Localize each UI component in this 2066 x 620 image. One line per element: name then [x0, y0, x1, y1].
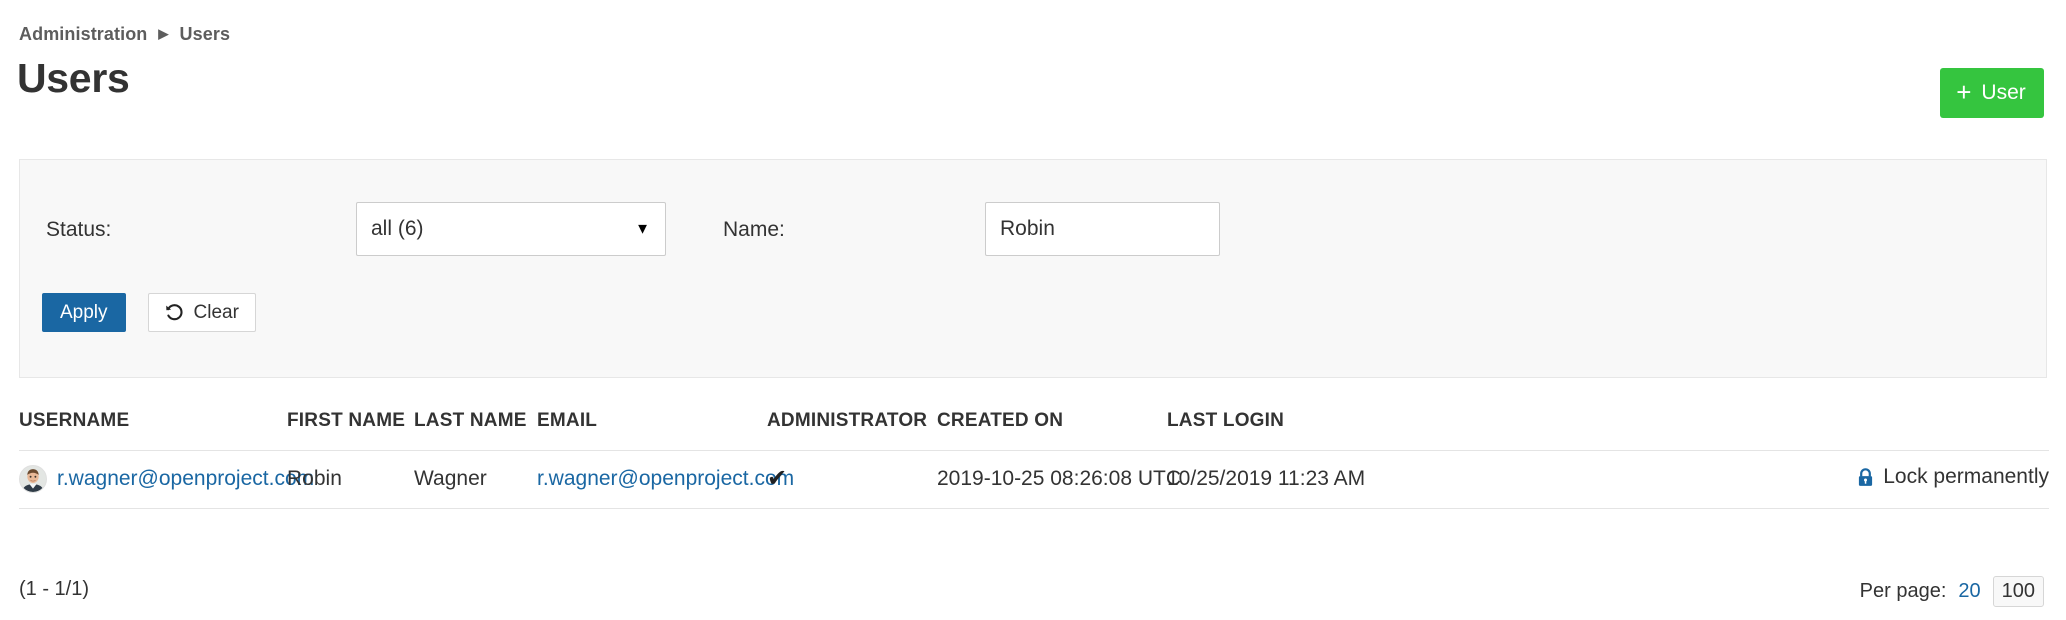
chevron-down-icon: ▼ — [635, 220, 650, 238]
column-header-administrator[interactable]: ADMINISTRATOR — [767, 410, 937, 451]
status-filter-selected-value: all (6) — [371, 217, 424, 240]
column-header-actions — [1417, 410, 2049, 451]
breadcrumb-item-administration[interactable]: Administration — [19, 24, 147, 45]
cell-actions: Lock permanently — [1417, 450, 2049, 509]
status-filter-label: Status: — [46, 218, 112, 241]
filter-row: Status: all (6) ▼ Name: — [20, 202, 2046, 258]
avatar — [19, 465, 47, 493]
per-page-option-20[interactable]: 20 — [1958, 580, 1980, 603]
lock-permanently-button[interactable]: Lock permanently — [1857, 465, 2049, 489]
per-page-controls: Per page: 20 100 — [1860, 576, 2044, 607]
cell-last-login: 10/25/2019 11:23 AM — [1167, 450, 1417, 509]
add-user-button[interactable]: + User — [1940, 68, 2044, 118]
name-filter-label: Name: — [723, 218, 785, 241]
status-filter-select-wrapper[interactable]: all (6) ▼ — [356, 202, 666, 256]
cell-first-name: Robin — [287, 450, 414, 509]
column-header-last-name[interactable]: LAST NAME — [414, 410, 537, 451]
clear-button[interactable]: Clear — [147, 293, 256, 332]
table-header-row: USERNAME FIRST NAME LAST NAME EMAIL ADMI… — [19, 410, 2049, 451]
column-header-email[interactable]: EMAIL — [537, 410, 767, 451]
breadcrumb: Administration ▶ Users — [19, 24, 230, 45]
cell-username: r.wagner@openproject.com — [19, 450, 314, 509]
per-page-option-100[interactable]: 100 — [1992, 576, 2044, 607]
page-title: Users — [17, 55, 130, 101]
name-filter-input[interactable] — [985, 202, 1220, 256]
undo-icon — [165, 303, 183, 322]
apply-button[interactable]: Apply — [42, 293, 126, 332]
pagination-range-label: (1 - 1/1) — [19, 578, 90, 600]
clear-button-label: Clear — [193, 301, 239, 323]
column-header-last-login[interactable]: LAST LOGIN — [1167, 410, 1417, 451]
status-filter-select[interactable]: all (6) ▼ — [356, 202, 666, 256]
column-header-created-on[interactable]: CREATED ON — [937, 410, 1167, 451]
plus-icon: + — [1956, 77, 1972, 107]
users-table: USERNAME FIRST NAME LAST NAME EMAIL ADMI… — [19, 410, 2049, 509]
cell-created-on: 2019-10-25 08:26:08 UTC — [937, 450, 1181, 509]
per-page-label: Per page: — [1859, 580, 1947, 602]
lock-permanently-label: Lock permanently — [1883, 465, 2049, 489]
cell-email: r.wagner@openproject.com — [537, 450, 794, 509]
column-header-first-name[interactable]: FIRST NAME — [287, 410, 414, 451]
breadcrumb-separator-icon: ▶ — [158, 26, 169, 41]
column-header-username[interactable]: USERNAME — [19, 410, 287, 451]
breadcrumb-item-users: Users — [179, 24, 231, 44]
add-user-button-label: User — [1981, 81, 2026, 104]
pagination-range: (1 - 1/1) — [19, 578, 89, 601]
filter-panel: Status: all (6) ▼ Name: Apply Clear — [19, 159, 2047, 378]
check-icon: ✔ — [767, 464, 788, 492]
username-link[interactable]: r.wagner@openproject.com — [57, 467, 314, 491]
email-link[interactable]: r.wagner@openproject.com — [537, 467, 794, 490]
lock-icon — [1857, 467, 1874, 487]
table-row: r.wagner@openproject.com Robin Wagner r.… — [19, 450, 2049, 509]
cell-last-name: Wagner — [414, 450, 537, 509]
filter-actions: Apply Clear — [42, 293, 256, 332]
